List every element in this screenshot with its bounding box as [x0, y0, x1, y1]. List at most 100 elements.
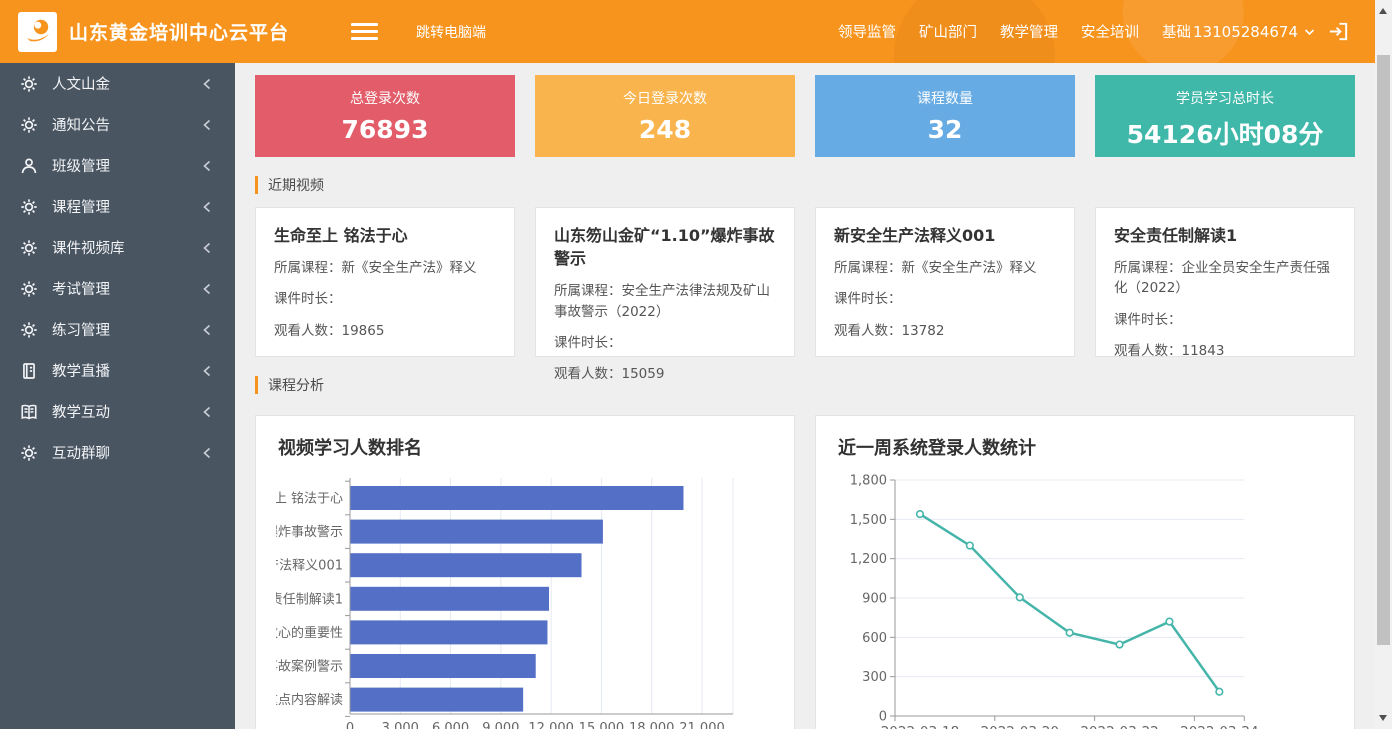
svg-text:1,800: 1,800	[850, 474, 887, 489]
svg-text:2022-03-18: 2022-03-18	[881, 724, 959, 729]
chevron-down-icon	[1304, 28, 1315, 36]
app-header: 山东黄金培训中心云平台 跳转电脑端 领导监管 矿山部门 教学管理 安全培训 基础…	[0, 0, 1392, 63]
app-title: 山东黄金培训中心云平台	[69, 18, 289, 45]
sidebar-item-label: 练习管理	[52, 319, 110, 340]
video-course: 所属课程：安全生产法律法规及矿山事故警示（2022）	[554, 281, 776, 322]
sidebar-item-icon	[20, 444, 38, 462]
svg-text:2022-03-24: 2022-03-24	[1180, 724, 1258, 729]
stat-card: 课程数量 32	[815, 75, 1075, 157]
sidebar-item[interactable]: 通知公告	[0, 104, 235, 145]
video-course: 所属课程：企业全员安全生产责任强化（2022）	[1114, 258, 1336, 299]
sidebar-item[interactable]: 教学直播	[0, 350, 235, 391]
svg-text:2022-03-20: 2022-03-20	[981, 724, 1059, 729]
bar-chart-title: 视频学习人数排名	[278, 434, 774, 460]
video-viewers: 观看人数：19865	[274, 321, 496, 341]
header-nav-item[interactable]: 领导监管	[838, 21, 896, 42]
svg-text:12,000: 12,000	[528, 721, 574, 729]
sidebar-item[interactable]: 课程管理	[0, 186, 235, 227]
video-viewers: 观看人数：11843	[1114, 341, 1336, 361]
sidebar-item[interactable]: 教学互动	[0, 391, 235, 432]
section-course-analysis: 课程分析	[255, 375, 1355, 395]
video-viewers: 观看人数：13782	[834, 321, 1056, 341]
svg-text:9,000: 9,000	[482, 721, 519, 729]
sidebar: 人文山金 通知公告 班级管理 课程管理	[0, 63, 235, 729]
sidebar-item-icon	[20, 321, 38, 339]
video-course: 所属课程：新《安全生产法》释义	[834, 258, 1056, 278]
chevron-left-icon	[201, 323, 213, 337]
stat-card: 总登录次数 76893	[255, 75, 515, 157]
stat-label: 学员学习总时长	[1095, 75, 1355, 108]
video-duration: 课件时长：	[1114, 310, 1336, 330]
sidebar-item[interactable]: 班级管理	[0, 145, 235, 186]
sidebar-item-label: 教学直播	[52, 360, 110, 381]
sidebar-item[interactable]: 人文山金	[0, 63, 235, 104]
line-chart-title: 近一周系统登录人数统计	[838, 434, 1334, 460]
svg-text:1,200: 1,200	[850, 552, 887, 567]
header-nav-item[interactable]: 教学管理	[1000, 21, 1058, 42]
chevron-left-icon	[201, 446, 213, 460]
section-recent-videos: 近期视频	[255, 175, 1355, 195]
svg-text:21,000: 21,000	[679, 721, 725, 729]
video-card[interactable]: 安全责任制解读1 所属课程：企业全员安全生产责任强化（2022） 课件时长： 观…	[1095, 207, 1355, 357]
main-content: 总登录次数 76893 今日登录次数 248 课程数量 32 学员学习总时长 5…	[235, 63, 1375, 729]
chevron-left-icon	[201, 241, 213, 255]
chevron-left-icon	[201, 282, 213, 296]
video-duration: 课件时长：	[834, 289, 1056, 309]
logout-icon[interactable]	[1327, 20, 1350, 43]
svg-text:至上 铭法于心: 至上 铭法于心	[276, 492, 343, 507]
sidebar-item-icon	[20, 280, 38, 298]
sidebar-item[interactable]: 互动群聊	[0, 432, 235, 473]
video-title: 安全责任制解读1	[1114, 224, 1336, 247]
line-chart-card: 近一周系统登录人数统计 03006009001,2001,5001,800202…	[815, 415, 1355, 729]
video-duration: 课件时长：	[554, 333, 776, 353]
chevron-left-icon	[201, 77, 213, 91]
svg-text:900: 900	[862, 592, 887, 607]
svg-text:收心的重要性: 收心的重要性	[276, 625, 343, 641]
stat-value: 54126小时08分	[1095, 115, 1355, 151]
stat-label: 今日登录次数	[535, 75, 795, 108]
section-accent-bar	[255, 376, 258, 394]
section-accent-bar	[255, 176, 258, 194]
header-nav-item[interactable]: 安全培训	[1081, 21, 1139, 42]
video-viewers: 观看人数：15059	[554, 364, 776, 384]
brand-logo-icon	[18, 12, 57, 52]
sidebar-item-label: 考试管理	[52, 278, 110, 299]
video-duration: 课件时长：	[274, 289, 496, 309]
chevron-left-icon	[201, 159, 213, 173]
user-phone: 13105284674	[1193, 23, 1298, 41]
jump-to-pc-link[interactable]: 跳转电脑端	[416, 22, 486, 42]
svg-text:重点内容解读: 重点内容解读	[276, 692, 343, 708]
user-phone-dropdown[interactable]: 13105284674	[1193, 23, 1315, 41]
sidebar-item-icon	[20, 239, 38, 257]
sidebar-item-label: 教学互动	[52, 401, 110, 422]
video-card[interactable]: 山东笏山金矿“1.10”爆炸事故警示 所属课程：安全生产法律法规及矿山事故警示（…	[535, 207, 795, 357]
chevron-left-icon	[201, 364, 213, 378]
svg-text:300: 300	[862, 670, 887, 685]
scrollbar	[1375, 0, 1392, 729]
sidebar-item[interactable]: 练习管理	[0, 309, 235, 350]
scroll-up-arrow[interactable]	[1379, 8, 1387, 14]
sidebar-item-label: 通知公告	[52, 114, 110, 135]
charts-row: 视频学习人数排名 至上 铭法于心爆炸事故警示产法释义001全责任制解读1收心的重…	[255, 415, 1355, 729]
stat-value: 32	[815, 115, 1075, 144]
video-card[interactable]: 新安全生产法释义001 所属课程：新《安全生产法》释义 课件时长： 观看人数：1…	[815, 207, 1075, 357]
svg-text:6,000: 6,000	[432, 721, 469, 729]
chevron-left-icon	[201, 405, 213, 419]
hamburger-menu-icon[interactable]	[351, 19, 378, 44]
scrollbar-thumb[interactable]	[1377, 55, 1390, 645]
svg-text:3,000: 3,000	[382, 721, 419, 729]
stat-value: 248	[535, 115, 795, 144]
video-title: 新安全生产法释义001	[834, 224, 1056, 247]
stat-label: 总登录次数	[255, 75, 515, 108]
header-nav: 领导监管 矿山部门 教学管理 安全培训 基础	[838, 21, 1191, 42]
header-nav-item[interactable]: 基础	[1162, 21, 1191, 42]
sidebar-item[interactable]: 课件视频库	[0, 227, 235, 268]
bar-chart-card: 视频学习人数排名 至上 铭法于心爆炸事故警示产法释义001全责任制解读1收心的重…	[255, 415, 795, 729]
header-nav-item[interactable]: 矿山部门	[919, 21, 977, 42]
video-card[interactable]: 生命至上 铭法于心 所属课程：新《安全生产法》释义 课件时长： 观看人数：198…	[255, 207, 515, 357]
svg-text:事故案例警示: 事故案例警示	[276, 659, 343, 675]
scroll-down-arrow[interactable]	[1379, 715, 1387, 721]
stat-value: 76893	[255, 115, 515, 144]
sidebar-item[interactable]: 考试管理	[0, 268, 235, 309]
sidebar-item-icon	[20, 116, 38, 134]
